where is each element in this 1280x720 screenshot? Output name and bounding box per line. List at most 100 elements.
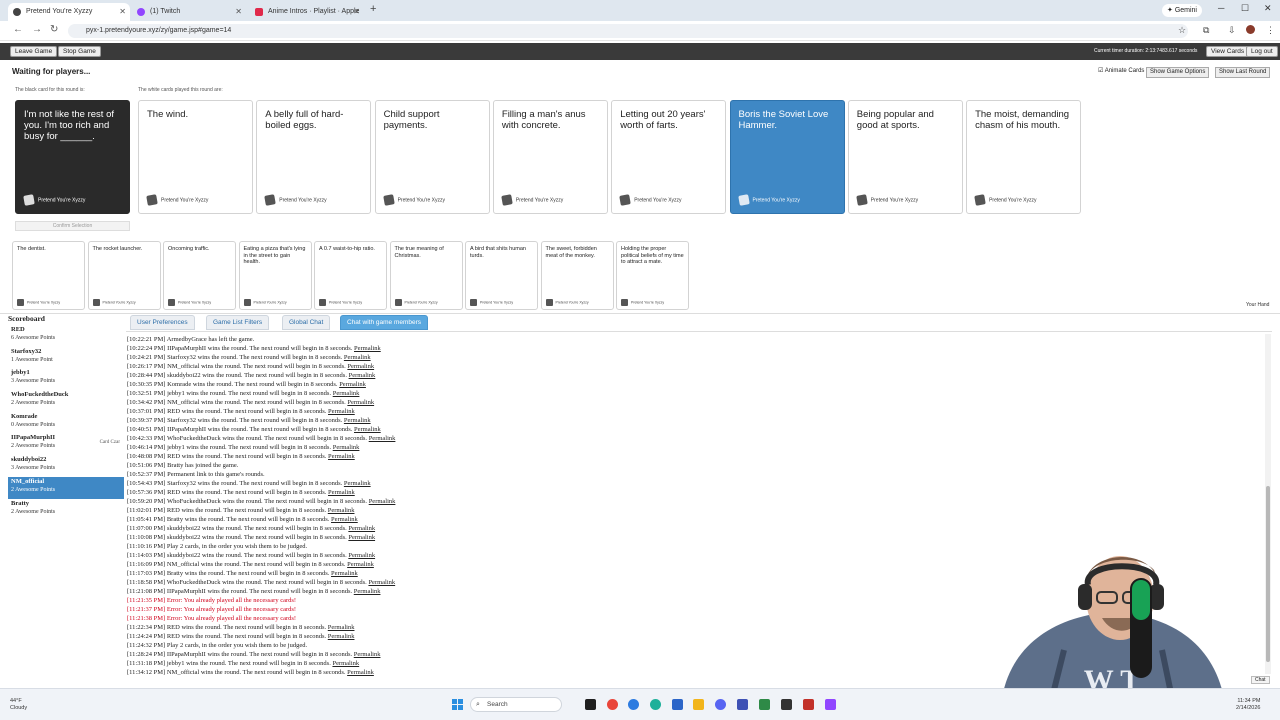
weather-widget[interactable]: 44°F Cloudy — [10, 698, 27, 712]
outlook-icon[interactable] — [672, 699, 683, 710]
view-cards-button[interactable]: View Cards — [1206, 46, 1250, 57]
hand-card[interactable]: The sweet, forbidden meat of the monkey.… — [540, 241, 614, 310]
hand-card[interactable]: The dentist. Pretend You're Xyzzy — [12, 241, 85, 310]
permalink-link[interactable]: Permalink — [344, 417, 371, 424]
permalink-link[interactable]: Permalink — [354, 588, 381, 595]
profile-avatar[interactable] — [1246, 25, 1255, 34]
white-card[interactable]: The wind. Pretend You're Xyzzy — [138, 100, 253, 214]
bookmark-star-icon[interactable]: ☆ — [1178, 25, 1186, 36]
close-tab-icon[interactable]: ✕ — [119, 3, 126, 21]
new-tab-icon[interactable]: + — [370, 3, 376, 15]
permalink-link[interactable]: Permalink — [348, 534, 375, 541]
white-card[interactable]: Child support payments. Pretend You're Xy… — [374, 100, 490, 214]
permalink-link[interactable]: Permalink — [347, 561, 374, 568]
permalink-link[interactable]: Permalink — [328, 489, 355, 496]
hand-card[interactable]: A 0.7 waist-to-hip ratio. Pretend You're … — [314, 241, 387, 310]
browser-tab[interactable]: (1) Twitch ✕ — [132, 3, 246, 21]
browser-tab[interactable]: Anime Intros · Playlist · Apple ✕ — [250, 3, 364, 21]
file-explorer-icon[interactable] — [693, 699, 704, 710]
white-card[interactable]: A belly full of hard-boiled eggs. Pretend… — [256, 100, 372, 214]
show-last-round-button[interactable]: Show Last Round — [1215, 67, 1271, 78]
task-view-icon[interactable] — [585, 699, 596, 710]
permalink-link[interactable]: Permalink — [333, 390, 360, 397]
twitch-icon[interactable] — [825, 699, 836, 710]
hand-card[interactable]: A bird that shits human turds. Pretend Yo… — [465, 241, 538, 310]
url-field[interactable]: pyx-1.pretendyoure.xyz/zy/game.jsp#game=… — [68, 24, 1188, 38]
hand-card[interactable]: The true meaning of Christmas. Pretend Yo… — [389, 241, 463, 310]
chat-tab[interactable]: Game List Filters — [206, 315, 270, 330]
permalink-link[interactable]: Permalink — [339, 381, 366, 388]
edge-icon[interactable] — [628, 699, 639, 710]
permalink-link[interactable]: Permalink — [328, 507, 355, 514]
permalink-link[interactable]: Permalink — [347, 399, 374, 406]
permalink-link[interactable]: Permalink — [348, 552, 375, 559]
stop-game-button[interactable]: Stop Game — [58, 46, 101, 57]
permalink-link[interactable]: Permalink — [331, 516, 358, 523]
permalink-link[interactable]: Permalink — [347, 363, 374, 370]
chat-tab[interactable]: User Preferences — [130, 315, 195, 330]
close-tab-icon[interactable]: ✕ — [235, 3, 242, 21]
edge-dev-icon[interactable] — [650, 699, 661, 710]
confirm-selection-button[interactable]: Confirm Selection — [15, 221, 130, 231]
browser-tab[interactable]: Pretend You're Xyzzy ✕ — [8, 3, 130, 21]
extensions-icon[interactable]: ⧉ — [1203, 25, 1209, 36]
taskbar-clock[interactable]: 11:34 PM 2/14/2026 — [1236, 698, 1260, 712]
logout-button[interactable]: Log out — [1246, 46, 1278, 57]
card-footer-text: Pretend You're Xyzzy — [515, 197, 564, 204]
gemini-button[interactable]: ✦ Gemini — [1162, 4, 1202, 17]
chat-tab[interactable]: Global Chat — [282, 315, 331, 330]
close-window-icon[interactable]: ✕ — [1264, 3, 1272, 14]
permalink-link[interactable]: Permalink — [344, 480, 371, 487]
permalink-link[interactable]: Permalink — [368, 579, 395, 586]
permalink-link[interactable]: Permalink — [349, 372, 376, 379]
app-icon[interactable] — [737, 699, 748, 710]
taskbar-search[interactable]: ⌕ Search — [470, 697, 562, 712]
downloads-icon[interactable]: ⇩ — [1228, 25, 1236, 36]
discord-icon[interactable] — [715, 699, 726, 710]
permalink-link[interactable]: Permalink — [354, 426, 381, 433]
white-card[interactable]: Being popular and good at sports. Pretend… — [847, 100, 963, 214]
minimize-icon[interactable]: ─ — [1218, 3, 1224, 13]
permalink-link[interactable]: Permalink — [331, 570, 358, 577]
permalink-link[interactable]: Permalink — [333, 444, 360, 451]
permalink-link[interactable]: Permalink — [347, 669, 374, 676]
permalink-link[interactable]: Permalink — [328, 624, 355, 631]
leave-game-button[interactable]: Leave Game — [10, 46, 58, 57]
hand-card[interactable]: Oncoming traffic. Pretend You're Xyzzy — [163, 241, 236, 310]
animate-cards-checkbox[interactable]: ☑ Animate Cards — [1098, 67, 1144, 74]
permalink-link[interactable]: Permalink — [328, 633, 355, 640]
close-tab-icon[interactable]: ✕ — [353, 3, 360, 21]
maximize-icon[interactable]: ☐ — [1241, 3, 1249, 14]
obs-icon[interactable] — [781, 699, 792, 710]
start-icon[interactable] — [452, 699, 463, 710]
white-card-selected[interactable]: Boris the Soviet Love Hammer. Pretend You… — [729, 100, 845, 214]
permalink-link[interactable]: Permalink — [369, 498, 396, 505]
white-card[interactable]: Letting out 20 years' worth of farts. Pre… — [611, 100, 727, 214]
chat-scrollbar-thumb[interactable] — [1266, 486, 1270, 662]
twitch-favicon-icon — [137, 8, 145, 16]
back-icon[interactable]: ← — [13, 24, 23, 35]
hand-card[interactable]: Holding the proper political beliefs of … — [616, 241, 689, 310]
permalink-link[interactable]: Permalink — [354, 651, 381, 658]
permalink-link[interactable]: Permalink — [332, 660, 359, 667]
card-footer: Pretend You're Xyzzy — [737, 194, 800, 206]
permalink-link[interactable]: Permalink — [348, 525, 375, 532]
chat-tab[interactable]: Chat with game members — [340, 315, 429, 330]
reload-icon[interactable]: ↻ — [50, 24, 58, 35]
app-icon[interactable] — [803, 699, 814, 710]
white-card[interactable]: The moist, demanding chasm of his mouth.… — [966, 100, 1082, 214]
permalink-link[interactable]: Permalink — [328, 408, 355, 415]
hand-card[interactable]: The rocket launcher. Pretend You're Xyzzy — [87, 241, 161, 310]
show-game-options-button[interactable]: Show Game Options — [1146, 67, 1210, 78]
permalink-link[interactable]: Permalink — [344, 354, 371, 361]
chat-button[interactable]: Chat — [1251, 676, 1270, 684]
permalink-link[interactable]: Permalink — [328, 453, 355, 460]
permalink-link[interactable]: Permalink — [354, 345, 381, 352]
permalink-link[interactable]: Permalink — [369, 435, 396, 442]
chrome-icon[interactable] — [607, 699, 618, 710]
hand-card[interactable]: Eating a pizza that's lying in the stree… — [238, 241, 312, 310]
app-icon[interactable] — [759, 699, 770, 710]
menu-icon[interactable]: ⋮ — [1266, 25, 1275, 36]
forward-icon[interactable]: → — [32, 24, 42, 35]
white-card[interactable]: Filling a man's anus with concrete. Prete… — [492, 100, 608, 214]
